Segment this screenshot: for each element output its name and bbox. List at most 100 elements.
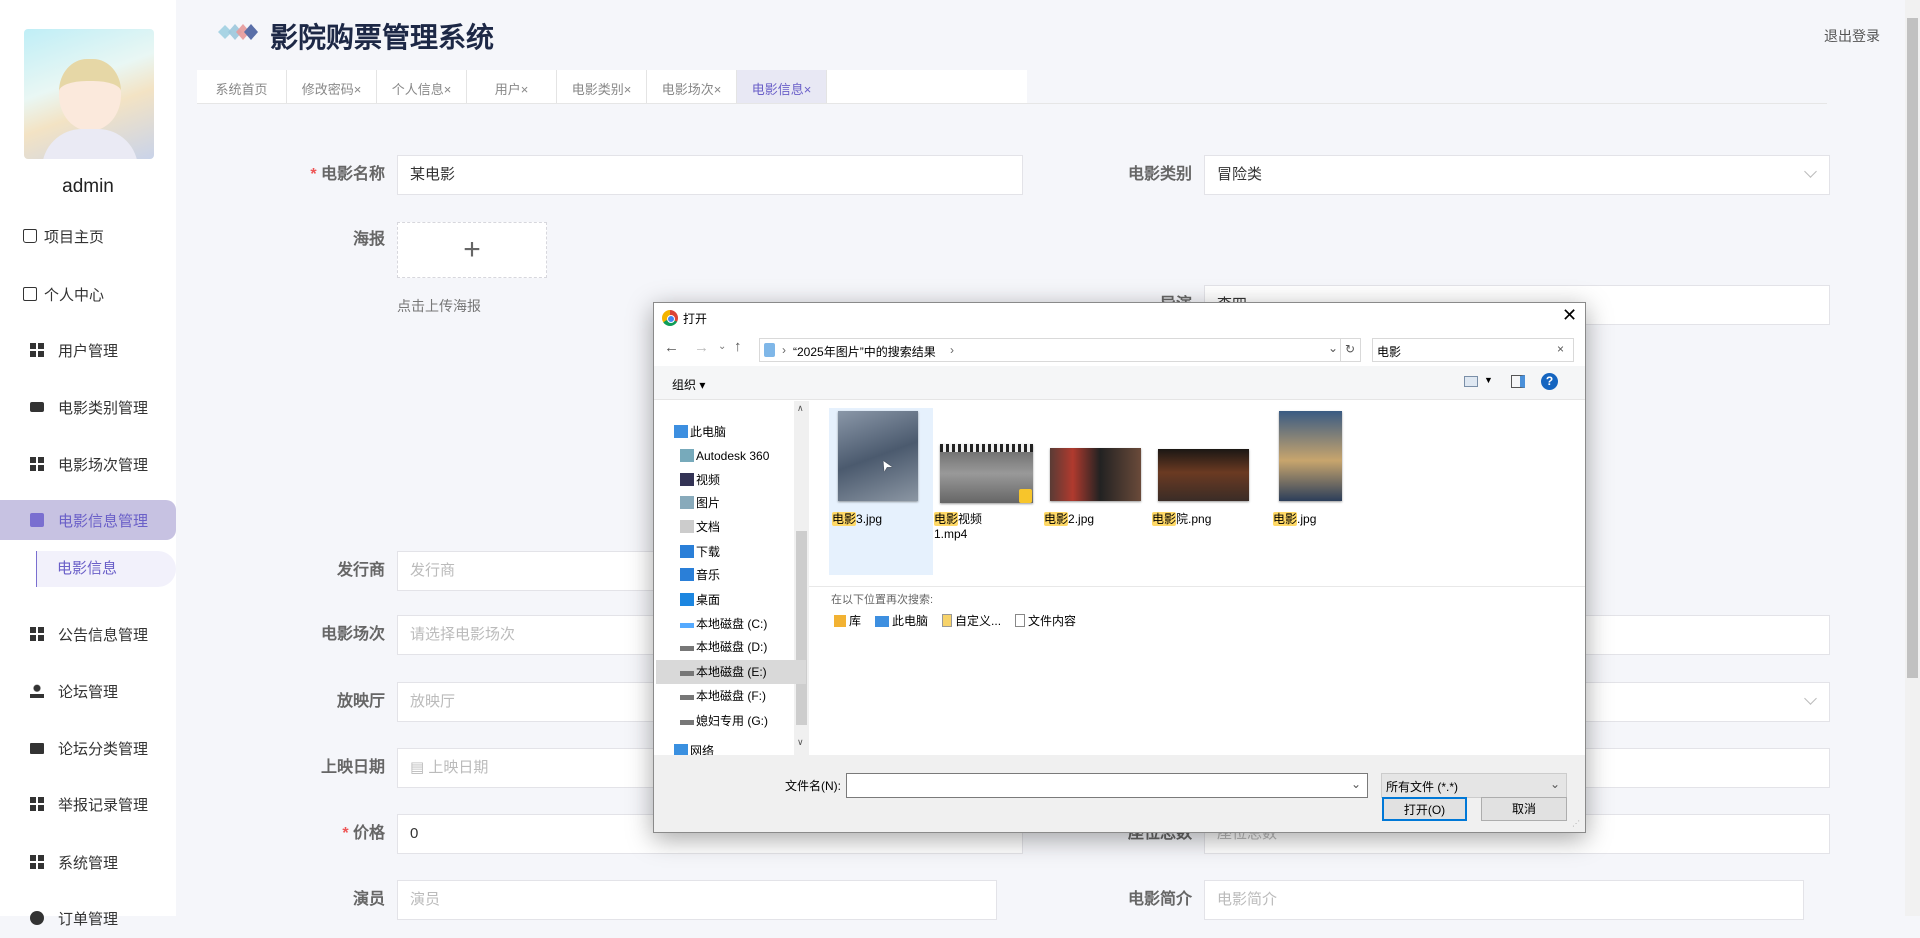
- sidebar-subitem-movie-info[interactable]: 电影信息: [36, 551, 176, 587]
- up-button[interactable]: ↑: [734, 338, 742, 355]
- file-item[interactable]: 电影院.png: [1152, 510, 1255, 527]
- nav-item[interactable]: 桌面: [656, 588, 806, 612]
- category-select[interactable]: 冒险类: [1204, 155, 1830, 195]
- file-contents-link[interactable]: 文件内容: [1015, 612, 1076, 629]
- actors-input[interactable]: 演员: [397, 880, 997, 920]
- menu-label: 系统管理: [58, 854, 119, 872]
- tab-sessions[interactable]: 电影场次×: [647, 70, 737, 104]
- sidebar-item-categories[interactable]: 电影类别管理: [0, 387, 176, 427]
- this-pc-link[interactable]: 此电脑: [875, 612, 928, 629]
- sidebar-item-users[interactable]: 用户管理: [0, 330, 176, 370]
- computer-icon: [875, 616, 890, 627]
- preview-pane-icon[interactable]: [1511, 375, 1525, 388]
- nav-item[interactable]: 本地磁盘 (F:): [656, 684, 806, 708]
- card-icon: [23, 287, 37, 301]
- file-item[interactable]: 电影2.jpg: [1044, 510, 1147, 527]
- tab-profile[interactable]: 个人信息×: [377, 70, 467, 104]
- sidebar: admin 项目主页 个人中心 用户管理 电影类别管理 电影场次管理 电影信息管…: [0, 0, 176, 928]
- grid-icon: [30, 797, 44, 811]
- dialog-title: 打开: [683, 312, 708, 326]
- file-item[interactable]: 电影3.jpg: [832, 510, 924, 527]
- divider: [197, 103, 1827, 104]
- nav-item[interactable]: 图片: [656, 491, 806, 515]
- nav-item-label: 图片: [696, 496, 721, 510]
- sidebar-item-sessions[interactable]: 电影场次管理: [0, 444, 176, 484]
- custom-link[interactable]: 自定义...: [942, 612, 1001, 629]
- menu-label: 订单管理: [58, 910, 119, 928]
- tab-users[interactable]: 用户×: [467, 70, 557, 104]
- organize-menu[interactable]: 组织 ▾: [672, 376, 705, 393]
- sidebar-item-reports[interactable]: 举报记录管理: [0, 784, 176, 824]
- search-input[interactable]: 电影 ×: [1372, 338, 1574, 362]
- file-item[interactable]: 电影视频1.mp4: [934, 510, 1004, 541]
- nav-item-label: 音乐: [696, 568, 721, 582]
- nav-item[interactable]: Autodesk 360: [656, 444, 806, 468]
- sidebar-item-home[interactable]: 项目主页: [0, 216, 176, 256]
- open-button[interactable]: 打开(O): [1382, 797, 1467, 821]
- intro-input[interactable]: 电影简介: [1204, 880, 1804, 920]
- nav-item[interactable]: 本地磁盘 (D:): [656, 635, 806, 659]
- nav-item[interactable]: 媳妇专用 (G:): [656, 709, 806, 733]
- back-button[interactable]: ←: [664, 339, 679, 356]
- nav-item[interactable]: 此电脑: [656, 420, 806, 444]
- file-item[interactable]: 电影.jpg: [1273, 510, 1348, 527]
- tab-home[interactable]: 系统首页: [197, 70, 287, 104]
- poster-upload-button[interactable]: +: [397, 222, 547, 278]
- logout-link[interactable]: 退出登录: [1824, 26, 1880, 46]
- file-thumbnail[interactable]: [838, 411, 918, 501]
- nav-item[interactable]: 视频: [656, 468, 806, 492]
- nav-item[interactable]: 本地磁盘 (C:): [656, 612, 806, 636]
- help-icon[interactable]: ?: [1541, 373, 1558, 390]
- nav-item[interactable]: 下载: [656, 540, 806, 564]
- forward-button[interactable]: →: [694, 339, 709, 356]
- nav-item[interactable]: 文档: [656, 515, 806, 539]
- briefcase-icon: [30, 402, 44, 412]
- tab-change-password[interactable]: 修改密码×: [287, 70, 377, 104]
- sidebar-item-forum-categories[interactable]: 论坛分类管理: [0, 728, 176, 768]
- clear-search-icon[interactable]: ×: [1557, 342, 1564, 356]
- grid-icon: [30, 457, 44, 471]
- nav-item-label: Autodesk 360: [696, 449, 770, 463]
- name-input[interactable]: 某电影: [397, 155, 1023, 195]
- sidebar-item-orders[interactable]: 订单管理: [0, 898, 176, 938]
- refresh-icon[interactable]: ↻: [1345, 342, 1355, 356]
- nav-item-label: 本地磁盘 (F:): [696, 689, 766, 703]
- recent-dropdown[interactable]: ⌄: [718, 341, 726, 352]
- sidebar-item-forum[interactable]: 论坛管理: [0, 671, 176, 711]
- video-icon: [680, 473, 694, 486]
- menu-label: 个人中心: [44, 286, 105, 304]
- close-button[interactable]: ✕: [1562, 305, 1577, 326]
- library-link[interactable]: 库: [834, 612, 861, 629]
- address-bar[interactable]: › “2025年图片”中的搜索结果 › ⌄ ↻: [759, 338, 1361, 362]
- nav-item-label: 视频: [696, 473, 721, 487]
- sidebar-item-movie-info[interactable]: 电影信息管理: [0, 500, 176, 540]
- view-icon[interactable]: [1464, 376, 1478, 387]
- nav-item[interactable]: 本地磁盘 (E:): [656, 660, 806, 684]
- dialog-toolbar: [654, 366, 1585, 400]
- menu-label: 公告信息管理: [58, 626, 149, 644]
- chevron-down-icon: ⌄: [1351, 777, 1362, 791]
- menu-label: 论坛分类管理: [58, 740, 149, 758]
- nav-item[interactable]: 音乐: [656, 563, 806, 587]
- file-thumbnail[interactable]: [1158, 449, 1249, 501]
- sidebar-item-notices[interactable]: 公告信息管理: [0, 614, 176, 654]
- chevron-down-icon[interactable]: ⌄: [1328, 341, 1338, 355]
- page-scrollbar[interactable]: [1905, 0, 1920, 916]
- chevron-down-icon: [1804, 165, 1817, 178]
- file-thumbnail[interactable]: [1279, 411, 1342, 501]
- view-dropdown[interactable]: ▼: [1484, 375, 1493, 385]
- cancel-button[interactable]: 取消: [1481, 797, 1567, 821]
- calendar-icon: ▤: [410, 759, 429, 776]
- tab-movie-info[interactable]: 电影信息×: [737, 70, 827, 104]
- file-type-select[interactable]: 所有文件 (*.*) ⌄: [1381, 773, 1567, 798]
- file-name: 2.jpg: [1068, 512, 1095, 526]
- sidebar-item-system[interactable]: 系统管理: [0, 842, 176, 882]
- sidebar-item-profile[interactable]: 个人中心: [0, 274, 176, 314]
- tab-categories[interactable]: 电影类别×: [557, 70, 647, 104]
- resize-grip[interactable]: ⋰: [1572, 819, 1580, 828]
- drive-icon: [680, 623, 694, 628]
- chevron-down-icon: [1804, 692, 1817, 705]
- filename-input[interactable]: ⌄: [846, 773, 1368, 798]
- menu-label: 电影类别管理: [58, 399, 149, 417]
- file-thumbnail[interactable]: [1050, 448, 1141, 501]
